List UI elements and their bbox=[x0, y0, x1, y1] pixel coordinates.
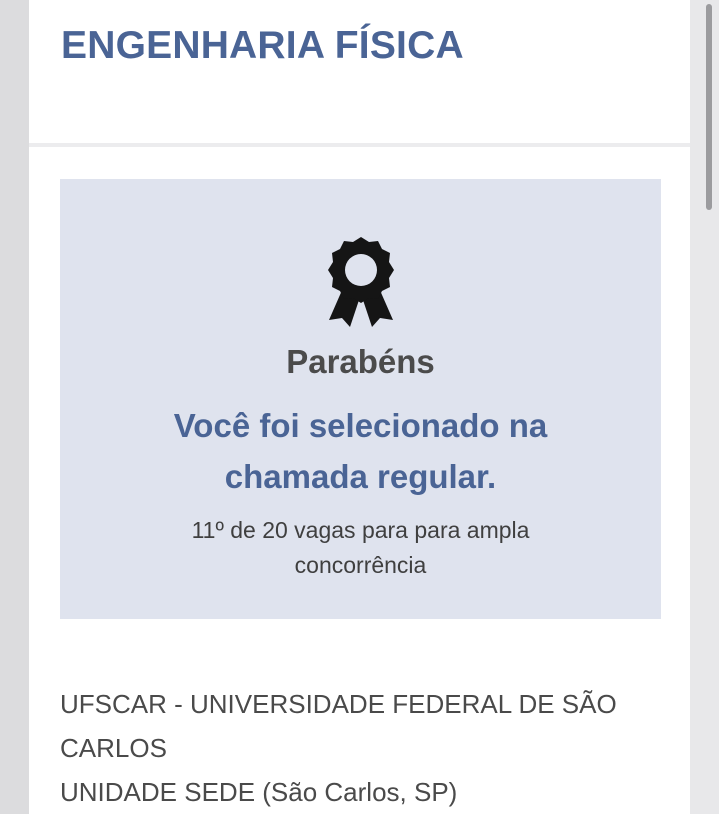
divider bbox=[29, 143, 690, 147]
left-gutter bbox=[0, 0, 29, 814]
campus-unit: UNIDADE SEDE (São Carlos, SP) bbox=[60, 777, 458, 807]
rank-info: 11º de 20 vagas para para ampla concorrê… bbox=[191, 517, 530, 578]
scroll-track bbox=[690, 0, 719, 814]
page: ENGENHARIA FÍSICA Parabéns Você foi sele… bbox=[0, 0, 719, 814]
congratulations-heading: Parabéns bbox=[286, 343, 435, 380]
course-title: ENGENHARIA FÍSICA bbox=[61, 24, 464, 67]
award-ribbon-icon bbox=[328, 237, 394, 327]
university-name: UFSCAR - UNIVERSIDADE FEDERAL DE SÃO CAR… bbox=[60, 689, 617, 763]
selection-message: Você foi selecionado na chamada regular. bbox=[173, 407, 548, 495]
scrollbar-thumb[interactable] bbox=[706, 4, 712, 210]
